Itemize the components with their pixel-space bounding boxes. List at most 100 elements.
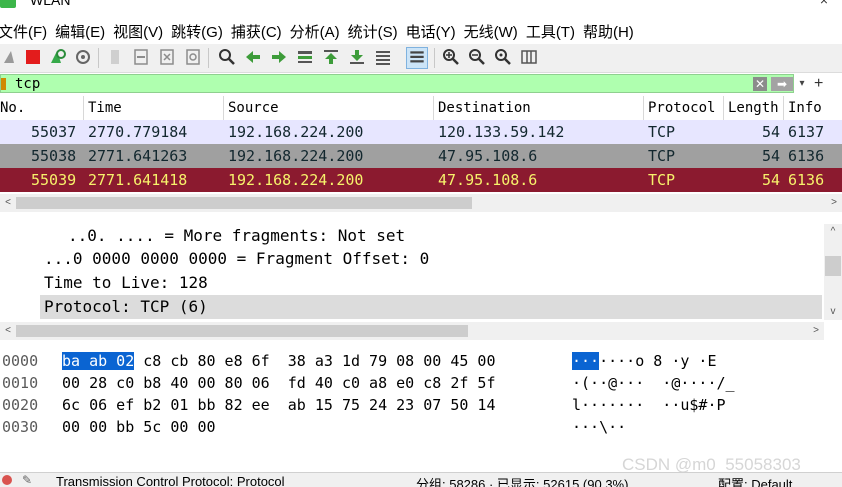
column-length[interactable]: Length [724,96,784,120]
restart-capture-icon[interactable] [48,48,66,66]
menu-capture[interactable]: 捕获(C) [231,21,290,42]
cell-time: 2770.779184 [88,123,188,141]
bytes-row[interactable]: 0020 6c 06 ef b2 01 bb 82 ee ab 15 75 24… [0,394,842,416]
scroll-up-arrow-icon[interactable]: ^ [824,224,842,240]
display-filter-bar: tcp ✕ ➡ ▾ + [0,73,842,95]
bytes-hex-rest: c8 cb 80 e8 6f 38 a3 1d 79 08 00 45 00 [134,352,496,370]
zoom-out-icon[interactable] [468,48,486,66]
packet-list-hscrollbar[interactable]: < > [0,194,842,212]
resize-columns-icon[interactable] [520,48,538,66]
clear-filter-icon[interactable]: ✕ [753,77,767,91]
bytes-row[interactable]: 0030 00 00 bb 5c 00 00 ···\·· [0,416,842,438]
menu-telephony[interactable]: 电话(Y) [406,21,464,42]
bytes-ascii: ·······o 8 ·y ·E [572,350,717,372]
menu-view[interactable]: 视图(V) [113,21,171,42]
column-protocol[interactable]: Protocol [644,96,724,120]
bytes-ascii: l······· ··u$#·P [572,396,726,414]
column-info[interactable]: Info [784,96,842,120]
bytes-hex: 00 00 bb 5c 00 00 [62,418,216,436]
main-toolbar [0,44,842,73]
details-vscrollbar[interactable]: ^ v [824,224,842,320]
detail-line-selected[interactable]: Protocol: TCP (6) [44,295,208,319]
scroll-right-arrow-icon[interactable]: > [808,322,824,340]
menu-analyze[interactable]: 分析(A) [290,21,348,42]
close-window-icon[interactable]: × [820,0,828,8]
cell-info: 6136 [788,147,825,165]
column-destination[interactable]: Destination [434,96,644,120]
menu-tools[interactable]: 工具(T) [526,21,583,42]
bytes-row[interactable]: 0010 00 28 c0 b8 40 00 80 06 fd 40 c0 a8… [0,372,842,394]
column-no[interactable]: No. [0,96,84,120]
bytes-row[interactable]: 0000 ba ab 02 c8 cb 80 e8 6f 38 a3 1d 79… [0,350,842,372]
cell-info: 6137 [788,123,825,141]
packet-details-pane: ..0. .... = More fragments: Not set ...0… [0,224,842,344]
toolbar-separator [208,48,209,68]
packet-row[interactable]: 55037 2770.779184 192.168.224.200 120.13… [0,120,842,144]
detail-line[interactable]: ...0 0000 0000 0000 = Fragment Offset: 0 [44,247,429,271]
go-back-icon[interactable] [244,48,262,66]
zoom-in-icon[interactable] [442,48,460,66]
go-first-icon[interactable] [322,48,340,66]
bytes-hex: 00 28 c0 b8 40 00 80 06 fd 40 c0 a8 e0 c… [62,374,496,392]
cell-protocol: TCP [648,123,676,141]
stop-capture-icon[interactable] [24,48,42,66]
apply-filter-icon[interactable]: ➡ [771,77,793,91]
status-profile[interactable]: 配置: Default [718,474,792,487]
go-to-packet-icon[interactable] [296,48,314,66]
column-source[interactable]: Source [224,96,434,120]
bytes-offset: 0020 [2,396,39,414]
scroll-right-arrow-icon[interactable]: > [826,194,842,212]
go-forward-icon[interactable] [270,48,288,66]
detail-line[interactable]: Time to Live: 128 [44,271,208,295]
cell-destination: 47.95.108.6 [438,171,538,189]
shark-fin-icon[interactable] [2,48,20,66]
column-time[interactable]: Time [84,96,224,120]
scroll-thumb[interactable] [16,325,468,337]
find-packet-icon[interactable] [218,48,236,66]
menu-file[interactable]: 文件(F) [0,21,55,42]
bytes-hex: ba ab 02 c8 cb 80 e8 6f 38 a3 1d 79 08 0… [62,350,495,372]
window-title: WLAN [30,0,71,8]
scroll-left-arrow-icon[interactable]: < [0,194,16,212]
capture-options-icon[interactable] [74,48,92,66]
menu-wireless[interactable]: 无线(W) [464,21,526,42]
edit-comment-icon[interactable]: ✎ [22,473,32,487]
menu-go[interactable]: 跳转(G) [171,21,231,42]
colorize-icon[interactable] [406,47,428,69]
menu-edit[interactable]: 编辑(E) [55,21,113,42]
scroll-thumb[interactable] [16,197,472,209]
open-file-icon[interactable] [106,48,124,66]
bytes-ascii: ···\·· [572,418,627,436]
filter-text[interactable]: tcp [15,76,40,92]
display-filter-input[interactable]: tcp ✕ ➡ [0,74,794,93]
reload-file-icon[interactable] [184,48,202,66]
save-file-icon[interactable] [132,48,150,66]
scroll-thumb[interactable] [825,256,841,276]
filter-bookmark-icon[interactable] [1,78,6,90]
autoscroll-icon[interactable] [374,48,392,66]
bytes-hex-selected: ba ab 02 [62,352,135,370]
add-filter-button[interactable]: + [814,74,823,93]
details-hscrollbar[interactable]: < > [0,322,824,340]
close-file-icon[interactable] [158,48,176,66]
packet-row[interactable]: 55038 2771.641263 192.168.224.200 47.95.… [0,144,842,168]
packet-row-selected[interactable]: 55039 2771.641418 192.168.224.200 47.95.… [0,168,842,192]
toolbar-separator [434,48,435,68]
zoom-normal-icon[interactable] [494,48,512,66]
menu-help[interactable]: 帮助(H) [583,21,642,42]
go-last-icon[interactable] [348,48,366,66]
title-bar: WLAN × [0,0,842,10]
menu-bar: 文件(F) 编辑(E) 视图(V) 跳转(G) 捕获(C) 分析(A) 统计(S… [0,18,842,44]
cell-length: 54 [762,147,781,165]
cell-no: 55039 [31,171,77,189]
expert-info-icon[interactable] [2,475,12,485]
bytes-offset: 0010 [2,374,39,392]
filter-history-dropdown-icon[interactable]: ▾ [796,74,808,93]
detail-line[interactable]: ..0. .... = More fragments: Not set [68,224,405,248]
cell-no: 55037 [31,123,77,141]
cell-protocol: TCP [648,147,676,165]
menu-statistics[interactable]: 统计(S) [348,21,406,42]
cell-info: 6136 [788,171,825,189]
scroll-left-arrow-icon[interactable]: < [0,322,16,340]
scroll-down-arrow-icon[interactable]: v [824,304,842,320]
